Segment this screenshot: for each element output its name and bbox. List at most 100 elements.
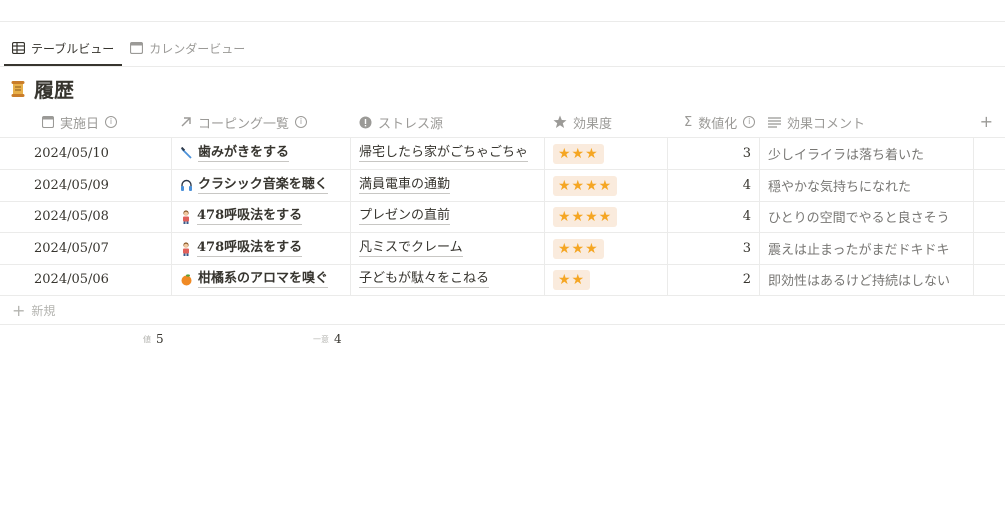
scroll-icon xyxy=(10,79,26,99)
stress-link[interactable]: 帰宅したら家がごちゃごちゃ xyxy=(359,145,529,162)
column-label: ストレス源 xyxy=(378,116,444,132)
column-label: 数値化 xyxy=(698,116,738,132)
tab-label: テーブルビュー xyxy=(31,41,115,56)
coping-cell[interactable]: 478呼吸法をする xyxy=(172,233,351,264)
effect-cell[interactable]: ★★★★ xyxy=(545,201,668,232)
column-label: 実施日 xyxy=(60,116,100,132)
coping-cell[interactable]: 478呼吸法をする xyxy=(172,201,351,232)
comment-cell[interactable]: 穏やかな気持ちになれた xyxy=(760,170,974,201)
add-column-icon[interactable]: + xyxy=(980,112,993,131)
comment-cell[interactable]: 即効性はあるけど持続はしない xyxy=(760,264,974,295)
numeric-cell[interactable]: 2 xyxy=(668,264,760,295)
table-row[interactable]: 2024/05/07 478呼吸法をする 凡ミスでクレーム ★★★ 3 震えは止… xyxy=(0,233,1005,265)
info-icon[interactable]: i xyxy=(295,116,308,128)
info-icon[interactable]: i xyxy=(743,116,756,128)
table-row[interactable]: 2024/05/08 478呼吸法をする プレゼンの直前 ★★★★ 4 ひとりの… xyxy=(0,201,1005,233)
text-lines-icon xyxy=(768,116,781,128)
effect-cell[interactable]: ★★★ xyxy=(545,138,668,169)
stress-link[interactable]: プレゼンの直前 xyxy=(359,208,451,225)
stress-cell[interactable]: プレゼンの直前 xyxy=(351,201,545,232)
numeric-cell[interactable]: 4 xyxy=(668,201,760,232)
column-header-coping[interactable]: コーピング一覧 i xyxy=(172,107,351,137)
stress-cell[interactable]: 帰宅したら家がごちゃごちゃ xyxy=(351,138,545,169)
date-cell[interactable]: 2024/05/10 xyxy=(0,138,172,169)
database-title-row: 履歴 xyxy=(10,74,74,103)
stress-link[interactable]: 子どもが駄々をこねる xyxy=(359,271,490,288)
effect-cell[interactable]: ★★ xyxy=(545,264,668,295)
coping-link[interactable]: クラシック音楽を聴く xyxy=(198,177,328,194)
top-divider xyxy=(0,21,1005,22)
empty-cell[interactable] xyxy=(974,138,1005,169)
effect-cell[interactable]: ★★★ xyxy=(545,233,668,264)
coping-link[interactable]: 柑橘系のアロマを嗅ぐ xyxy=(198,271,329,288)
stress-cell[interactable]: 凡ミスでクレーム xyxy=(351,233,545,264)
date-cell[interactable]: 2024/05/09 xyxy=(0,170,172,201)
empty-cell[interactable] xyxy=(974,170,1005,201)
calc-label: 一意 xyxy=(313,334,329,344)
column-header-stress[interactable]: ストレス源 xyxy=(351,107,545,137)
comment-cell[interactable]: 震えは止まったがまだドキドキ xyxy=(760,233,974,264)
tab-table-view[interactable]: テーブルビュー xyxy=(4,30,123,66)
date-cell[interactable]: 2024/05/08 xyxy=(0,201,172,232)
relation-arrow-icon xyxy=(180,116,192,128)
comment-text: 震えは止まったがまだドキドキ xyxy=(768,243,950,258)
new-row-button[interactable]: + 新規 xyxy=(0,296,1005,325)
column-label: 効果度 xyxy=(573,116,613,132)
stress-cell[interactable]: 満員電車の通勤 xyxy=(351,170,545,201)
column-header-date[interactable]: 実施日 i xyxy=(0,107,172,137)
empty-cell[interactable] xyxy=(974,264,1005,295)
status-icon xyxy=(359,116,372,129)
table-header: 実施日 i コーピング一覧 i ストレス源 効果度 Σ 数値化 i 効果コメント xyxy=(0,107,1005,138)
rating-badge: ★★★★ xyxy=(553,206,618,227)
coping-cell[interactable]: 柑橘系のアロマを嗅ぐ xyxy=(172,264,351,295)
empty-cell[interactable] xyxy=(974,201,1005,232)
coping-link[interactable]: 478呼吸法をする xyxy=(197,240,303,257)
table-row[interactable]: 2024/05/06 柑橘系のアロマを嗅ぐ 子どもが駄々をこねる ★★ 2 即効… xyxy=(0,264,1005,296)
info-icon[interactable]: i xyxy=(105,116,118,128)
star-icon xyxy=(553,115,567,129)
date-cell[interactable]: 2024/05/07 xyxy=(0,233,172,264)
coping-link[interactable]: 歯みがきをする xyxy=(198,145,290,162)
plus-icon: + xyxy=(12,300,26,320)
comment-text: 少しイライラは落ち着いた xyxy=(768,148,925,163)
orange-icon xyxy=(180,273,193,286)
numeric-cell[interactable]: 3 xyxy=(668,233,760,264)
stress-link[interactable]: 凡ミスでクレーム xyxy=(359,240,463,257)
numeric-cell[interactable]: 3 xyxy=(668,138,760,169)
table-icon xyxy=(12,42,25,54)
coping-cell[interactable]: 歯みがきをする xyxy=(172,138,351,169)
comment-cell[interactable]: 少しイライラは落ち着いた xyxy=(760,138,974,169)
date-cell[interactable]: 2024/05/06 xyxy=(0,264,172,295)
new-row-label: 新規 xyxy=(31,303,56,318)
numeric-cell[interactable]: 4 xyxy=(668,170,760,201)
column-header-effect[interactable]: 効果度 xyxy=(545,107,668,137)
toothbrush-icon xyxy=(180,147,193,160)
rating-badge: ★★★ xyxy=(553,238,604,259)
effect-cell[interactable]: ★★★★ xyxy=(545,170,668,201)
rating-badge: ★★★ xyxy=(553,143,604,164)
tab-label: カレンダービュー xyxy=(149,41,246,56)
tab-calendar-view[interactable]: カレンダービュー xyxy=(122,30,253,66)
comment-text: 即効性はあるけど持続はしない xyxy=(768,274,951,289)
person-icon xyxy=(180,209,192,224)
calendar-icon xyxy=(130,42,144,54)
comment-text: ひとりの空間でやると良さそう xyxy=(768,211,950,226)
footer-unique-calc[interactable]: 一意 4 xyxy=(313,332,342,346)
table-row[interactable]: 2024/05/10 歯みがきをする 帰宅したら家がごちゃごちゃ ★★★ 3 少… xyxy=(0,138,1005,170)
stress-link[interactable]: 満員電車の通勤 xyxy=(359,177,451,194)
empty-cell[interactable] xyxy=(974,233,1005,264)
column-header-numeric[interactable]: Σ 数値化 i xyxy=(668,107,760,137)
footer-count-calc[interactable]: 値 5 xyxy=(143,332,164,346)
headphones-icon xyxy=(180,179,193,192)
column-header-comment[interactable]: 効果コメント xyxy=(760,107,974,137)
coping-link[interactable]: 478呼吸法をする xyxy=(197,208,303,225)
column-label: コーピング一覧 xyxy=(198,116,290,132)
page-title[interactable]: 履歴 xyxy=(34,74,74,103)
table-row[interactable]: 2024/05/09 クラシック音楽を聴く 満員電車の通勤 ★★★★ 4 穏やか… xyxy=(0,170,1005,202)
calendar-icon xyxy=(42,116,54,128)
coping-cell[interactable]: クラシック音楽を聴く xyxy=(172,170,351,201)
column-label: 効果コメント xyxy=(787,116,866,132)
comment-cell[interactable]: ひとりの空間でやると良さそう xyxy=(760,201,974,232)
stress-cell[interactable]: 子どもが駄々をこねる xyxy=(351,264,545,295)
tabs-divider xyxy=(0,66,1005,67)
